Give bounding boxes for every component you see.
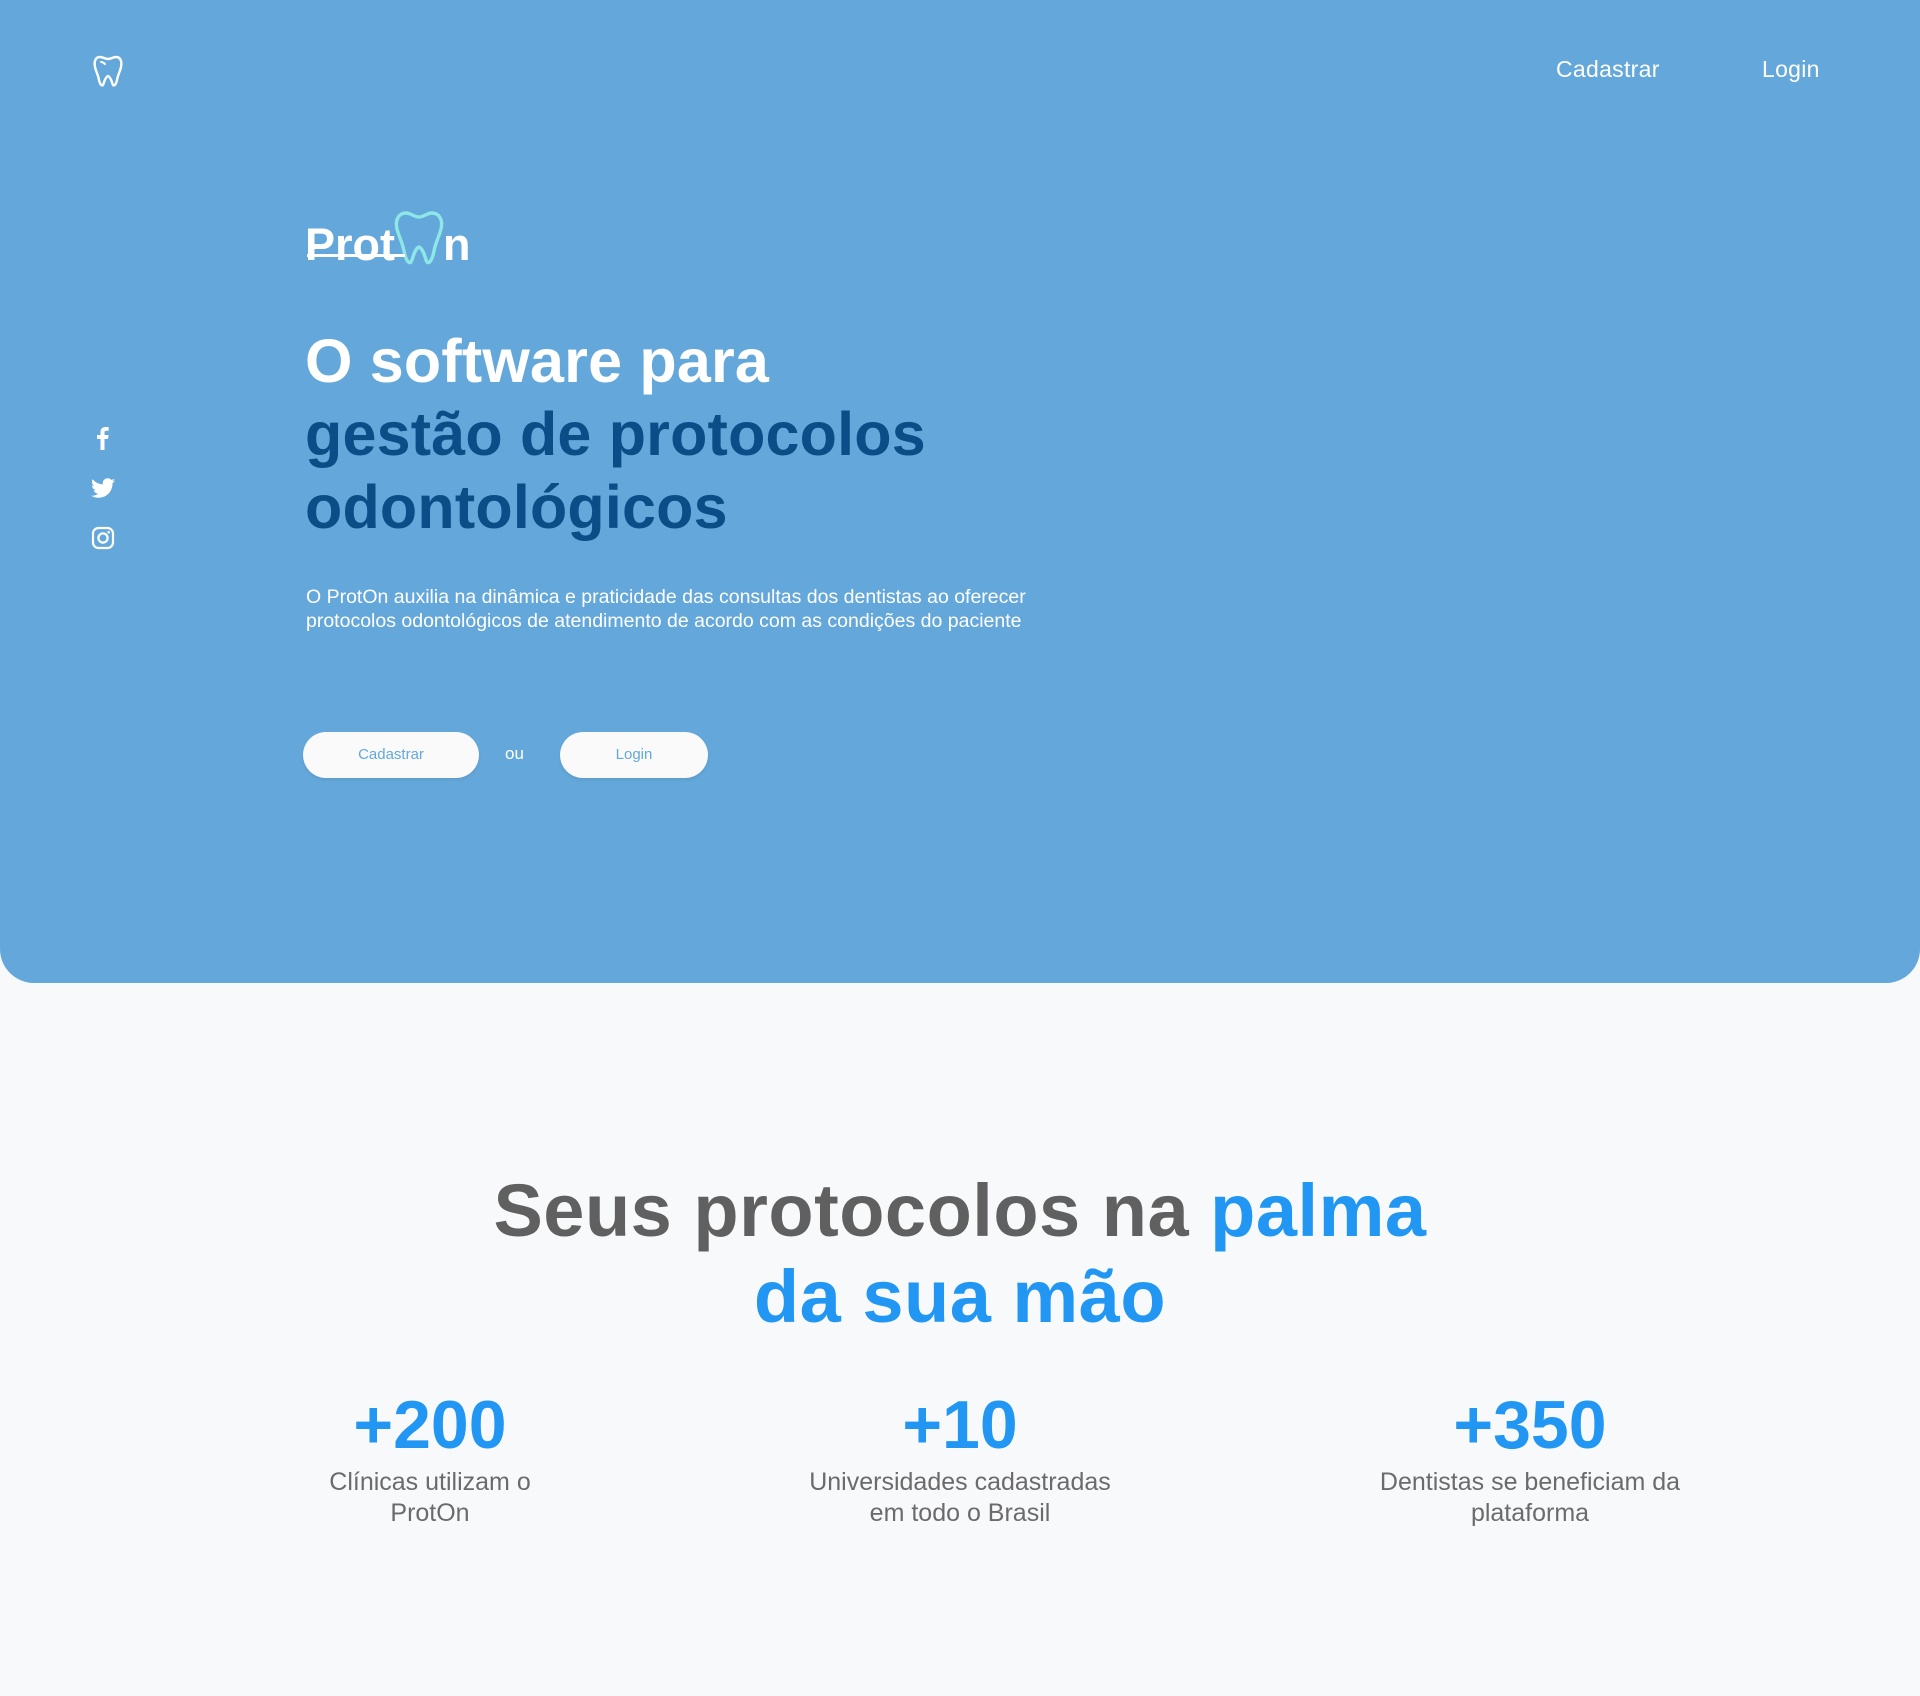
headline-line-2: gestão de protocolos [305,400,926,468]
headline-line-3: odontológicos [305,473,728,541]
tooth-icon [394,211,444,265]
hero-section: Cadastrar Login Prot n O software para g… [0,0,1920,983]
facebook-icon[interactable] [90,425,116,451]
hero-headline: O software para gestão de protocolos odo… [305,325,926,544]
stat-dentists: +350 Dentistas se beneficiam da platafor… [1320,1385,1740,1529]
stat-caption-line-2: plataforma [1470,1499,1590,1527]
brand-text-start: Prot [305,219,395,270]
stat-caption-line-2: em todo o Brasil [869,1499,1051,1527]
stat-clinics: +200 Clínicas utilizam o ProtOn [220,1385,640,1529]
brand-underline [307,254,405,257]
brand-text-end: n [443,219,471,270]
login-button[interactable]: Login [560,732,708,778]
stat-value: +350 [1453,1387,1607,1463]
stat-caption-line-1: Universidades cadastradas [809,1468,1111,1496]
hero-description: O ProtOn auxilia na dinâmica e praticida… [306,586,1026,632]
brand-logo: Prot n [305,205,471,267]
stat-caption-line-1: Dentistas se beneficiam da [1379,1468,1681,1496]
instagram-icon[interactable] [90,525,116,551]
register-button[interactable]: Cadastrar [303,732,479,778]
headline-line-1: O software para [305,327,770,395]
social-links [90,425,122,575]
title-blue-part-1: palma [1210,1169,1427,1252]
tooth-icon[interactable] [92,54,124,88]
nav-login-link[interactable]: Login [1762,56,1820,83]
title-gray-part: Seus protocolos na [493,1169,1211,1252]
stat-caption-line-2: ProtOn [390,1499,470,1527]
or-separator: ou [505,744,524,763]
twitter-icon[interactable] [90,475,116,501]
stat-value: +200 [353,1387,507,1463]
title-blue-part-2: da sua mão [753,1255,1167,1338]
stat-universities: +10 Universidades cadastradas em todo o … [750,1385,1170,1529]
stats-section-title: Seus protocolos na palma da sua mão [0,1168,1920,1340]
nav-register-link[interactable]: Cadastrar [1556,56,1660,83]
stat-caption-line-1: Clínicas utilizam o [329,1468,531,1496]
stat-value: +10 [902,1387,1018,1463]
